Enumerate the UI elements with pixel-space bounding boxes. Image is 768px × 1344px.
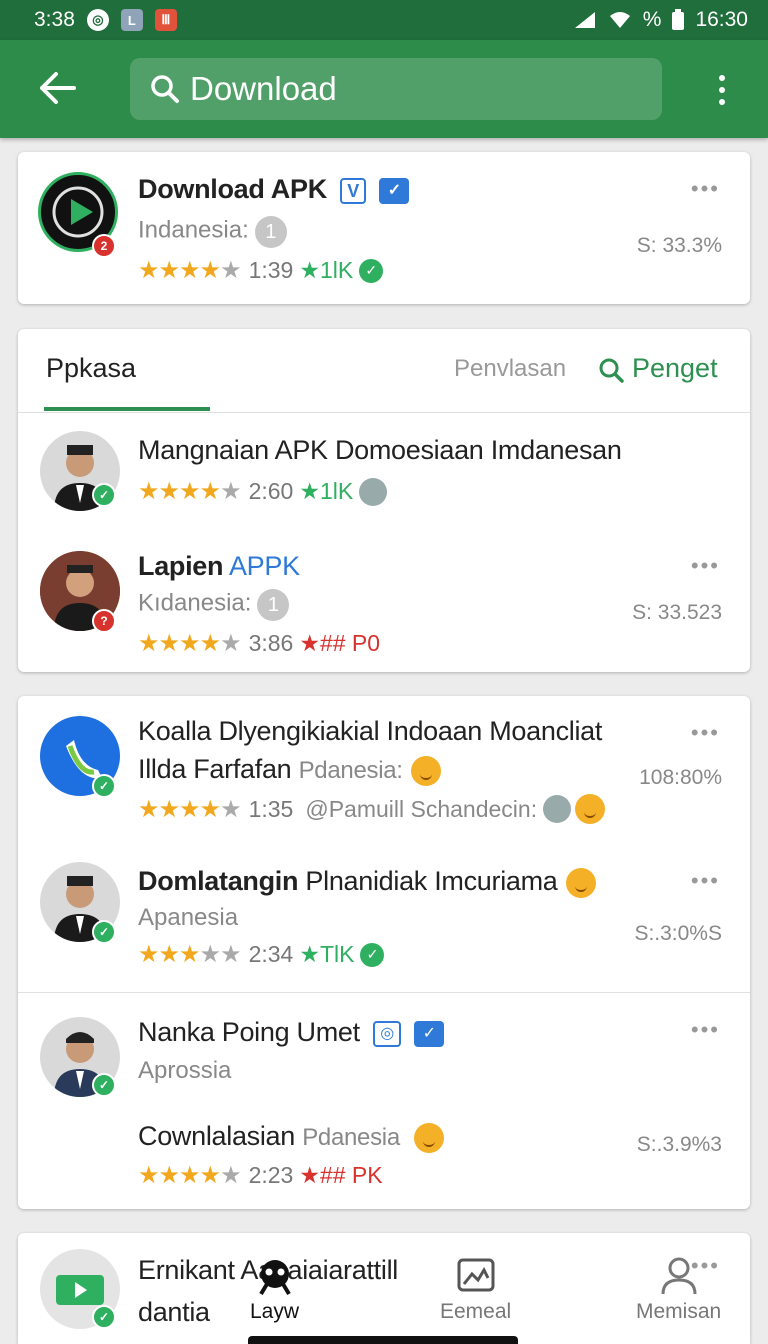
featured-title: Download APK V ✓ [138,174,410,205]
alert-badge: ? [92,609,116,633]
more-button[interactable]: ••• [691,176,720,202]
rating-stars: ★★★★★ [138,257,242,284]
signal-icon [574,12,595,28]
rating-stars: ★★★★★ [138,630,242,657]
battery-icon [672,9,685,30]
online-badge: ✓ [92,1073,116,1097]
search-query: Download [190,70,337,107]
emoji-icon [565,867,596,898]
item-rating: ★★★★★ 1:35 @Pamuill Schandecin: [138,794,606,824]
app-bar: Download [0,40,768,138]
rating-stars: ★★★★★ [138,1162,242,1189]
rating-stars: ★★★★★ [138,941,242,968]
item-title: Nanka Poing Umet ◎ ✓ [138,1017,445,1048]
item-line3: Cownlalasian Pdanesia [138,1121,444,1153]
nav-memisan[interactable]: Memisan [636,1254,721,1324]
item-percent: 108:80% [639,766,722,789]
more-button[interactable]: ••• [691,1017,720,1043]
nav-layw[interactable]: Layw [250,1254,299,1324]
search-icon [599,358,624,383]
item-title-line2: Illda Farfafan Pdanesia: [138,754,441,786]
featured-app-card[interactable]: 2 Download APK V ✓ Indanesia: 1 ★★★★★ 1:3… [18,152,750,304]
list-item[interactable]: ✓ Nanka Poing Umet ◎ ✓ Aprossia Cownlala… [18,993,750,1209]
nav-eemeal[interactable]: Eemeal [440,1254,511,1324]
item-subtitle: Kıdanesia: 1 [138,589,290,621]
home-indicator[interactable] [248,1336,518,1344]
camera-notification-icon: ◎ [86,9,109,31]
image-icon [457,1258,495,1292]
battery-percent: % [642,8,662,31]
verified-check-icon: ✓ [414,1020,445,1047]
tab-penget[interactable]: Penget [598,353,718,384]
bottom-navigation: Layw Eemeal Memisan [0,1254,768,1344]
tab-indicator [44,407,210,411]
check-icon: ✓ [360,942,385,967]
item-title: Lapien APPK [138,551,300,581]
stats-notification-icon: Ⅲ [154,9,177,31]
alarm-icon: ◎ [373,1020,402,1047]
item-rating: ★★★★★ 2:60 ★1lK [138,477,388,506]
online-badge: ✓ [92,920,116,944]
status-clock: 16:30 [695,8,748,31]
status-bar: 3:38 ◎ L Ⅲ % 16:30 [0,0,768,40]
back-button[interactable] [30,62,82,114]
mascot-icon [258,1260,291,1296]
status-time: 3:38 [34,8,75,31]
tab-ppkasa[interactable]: Ppkasa [46,353,136,384]
item-percent: S:.3.9%3 [636,1133,722,1156]
item-rating: ★★★★★ 2:23 ★## PK [138,1162,383,1189]
profile-icon [661,1257,697,1295]
results-card-a: Ppkasa Penvlasan Penget ✓ Mangnaian APK … [18,329,750,672]
featured-percent: S: 33.3% [636,234,722,257]
list-item[interactable]: ✓ Mangnaian APK Domoesiaan Imdanesan ★★★… [18,413,750,533]
item-percent: S:.3:0%S [634,922,722,945]
list-item[interactable]: ✓ Koalla Dlyengikiakial Indoaan Moanclia… [18,696,750,844]
arrow-left-icon [40,72,76,104]
verified-check-icon: ✓ [379,177,410,204]
user-face-icon [543,795,572,823]
item-title: Mangnaian APK Domoesiaan Imdanesan [138,435,622,465]
online-badge: ✓ [92,483,116,507]
list-item[interactable]: ✓ Domlatangin Plnanidiak Imcuriama Apane… [18,844,750,992]
item-rating: ★★★★★ 2:34 ★TlK ✓ [138,940,385,969]
item-rating: ★★★★★ 3:86 ★## P0 [138,630,381,657]
emoji-icon [410,755,441,786]
results-card-b: ✓ Koalla Dlyengikiakial Indoaan Moanclia… [18,696,750,1209]
count-circle: 1 [257,589,290,621]
phone-notification-icon: L [120,9,143,31]
check-icon: ✓ [359,258,384,283]
tab-penvlasan[interactable]: Penvlasan [454,355,566,383]
overflow-menu-button[interactable] [706,68,738,112]
search-input[interactable]: Download [130,58,662,120]
item-title: Koalla Dlyengikiakial Indoaan Moancliat [138,716,603,746]
item-subtitle: Apanesia [138,904,239,931]
rating-stars: ★★★★★ [138,478,242,505]
wifi-icon [609,12,630,28]
featured-rating: ★★★★★ 1:39 ★1lK ✓ [138,256,384,285]
verified-outline-icon: V [340,177,367,204]
notification-badge: 2 [92,234,116,258]
more-button[interactable]: ••• [691,868,720,894]
more-button[interactable]: ••• [691,553,720,579]
emoji-icon [575,794,606,824]
item-percent: S: 33.523 [632,601,722,624]
tab-bar: Ppkasa Penvlasan Penget [18,329,750,413]
user-face-icon [359,477,388,506]
emoji-icon [413,1122,444,1153]
item-subtitle: Aprossia [138,1057,232,1084]
rating-stars: ★★★★★ [138,795,242,823]
more-button[interactable]: ••• [691,720,720,746]
count-circle: 1 [254,216,287,248]
item-title: Domlatangin Plnanidiak Imcuriama [138,866,596,898]
featured-subtitle: Indanesia: 1 [138,216,287,248]
online-badge: ✓ [92,774,116,798]
search-icon [151,75,179,103]
list-item[interactable]: ? Lapien APPK Kıdanesia: 1 ★★★★★ 3:86 ★##… [18,533,750,672]
